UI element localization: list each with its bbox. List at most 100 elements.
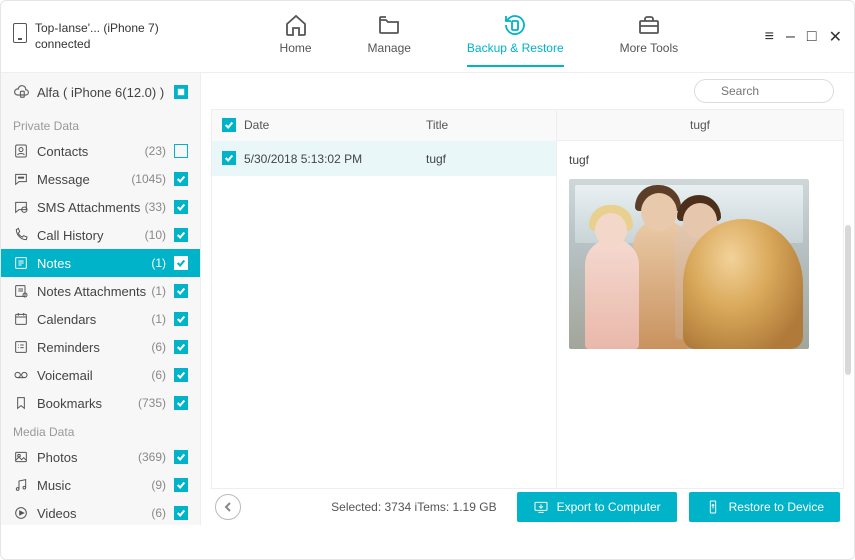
- section-media: Media Data: [1, 417, 200, 443]
- close-button[interactable]: ✕: [829, 27, 842, 47]
- item-label: Reminders: [37, 340, 151, 355]
- row-checkbox[interactable]: [222, 151, 236, 165]
- tab-more-tools[interactable]: More Tools: [620, 7, 678, 67]
- sidebar-item-bookmarks[interactable]: Bookmarks (735): [1, 389, 200, 417]
- tab-more-label: More Tools: [620, 41, 678, 55]
- item-count: (369): [138, 450, 166, 464]
- back-button[interactable]: [215, 494, 241, 520]
- maximize-button[interactable]: □: [807, 28, 817, 46]
- list-row[interactable]: 5/30/2018 5:13:02 PM tugf: [212, 141, 556, 176]
- item-checkbox[interactable]: [174, 228, 188, 242]
- sidebar-item-voicemail[interactable]: Voicemail (6): [1, 361, 200, 389]
- item-checkbox[interactable]: [174, 312, 188, 326]
- item-count: (735): [138, 396, 166, 410]
- app-header: Top-Ianse'... (iPhone 7) connected Home …: [1, 1, 854, 73]
- item-checkbox[interactable]: [174, 478, 188, 492]
- sidebar-item-contacts[interactable]: Contacts (23): [1, 137, 200, 165]
- connected-device[interactable]: Top-Ianse'... (iPhone 7) connected: [13, 21, 193, 52]
- photos-icon: [13, 449, 29, 465]
- export-button[interactable]: Export to Computer: [517, 492, 677, 522]
- sidebar-item-calendars[interactable]: Calendars (1): [1, 305, 200, 333]
- item-label: SMS Attachments: [37, 200, 145, 215]
- calendar-icon: [13, 311, 29, 327]
- note-detail: tugf tugf: [556, 109, 844, 489]
- phone-icon: [13, 227, 29, 243]
- tab-home-label: Home: [280, 41, 312, 55]
- item-label: Music: [37, 478, 151, 493]
- restore-device-icon: [705, 499, 721, 515]
- item-count: (1): [151, 284, 166, 298]
- toolbox-icon: [637, 13, 661, 37]
- device-status: connected: [35, 37, 159, 53]
- phone-icon: [13, 23, 27, 43]
- item-checkbox[interactable]: [174, 396, 188, 410]
- item-label: Voicemail: [37, 368, 151, 383]
- videos-icon: [13, 505, 29, 521]
- bookmark-icon: [13, 395, 29, 411]
- main-tabs: Home Manage Backup & Restore More Tools: [193, 7, 765, 67]
- music-icon: [13, 477, 29, 493]
- sidebar-item-photos[interactable]: Photos (369): [1, 443, 200, 471]
- selection-status: Selected: 3734 iTems: 1.19 GB: [331, 500, 496, 514]
- minimize-button[interactable]: –: [786, 28, 795, 46]
- sidebar-item-notes[interactable]: Notes (1): [1, 249, 200, 277]
- backup-device-row[interactable]: Alfa ( iPhone 6(12.0) ): [1, 73, 200, 111]
- tab-backup-restore[interactable]: Backup & Restore: [467, 7, 564, 67]
- item-checkbox[interactable]: [174, 340, 188, 354]
- sidebar-item-videos[interactable]: Videos (6): [1, 499, 200, 525]
- device-checkbox[interactable]: [174, 85, 188, 99]
- restore-button[interactable]: Restore to Device: [689, 492, 840, 522]
- sidebar-item-sms-attachments[interactable]: SMS Attachments (33): [1, 193, 200, 221]
- search-input[interactable]: [694, 79, 834, 103]
- notes-list: Date Title 5/30/2018 5:13:02 PM tugf: [211, 109, 556, 489]
- message-icon: [13, 171, 29, 187]
- tab-manage[interactable]: Manage: [368, 7, 411, 67]
- item-checkbox[interactable]: [174, 368, 188, 382]
- content-area: Date Title 5/30/2018 5:13:02 PM tugf tug…: [201, 73, 854, 525]
- item-label: Calendars: [37, 312, 151, 327]
- item-count: (33): [145, 200, 166, 214]
- chevron-left-icon: [222, 501, 234, 513]
- contacts-icon: [13, 143, 29, 159]
- sidebar-item-notes-attachments[interactable]: Notes Attachments (1): [1, 277, 200, 305]
- item-count: (9): [151, 478, 166, 492]
- device-text: Top-Ianse'... (iPhone 7) connected: [35, 21, 159, 52]
- item-checkbox[interactable]: [174, 284, 188, 298]
- sidebar-item-reminders[interactable]: Reminders (6): [1, 333, 200, 361]
- item-checkbox[interactable]: [174, 144, 188, 158]
- sidebar-item-call-history[interactable]: Call History (10): [1, 221, 200, 249]
- item-count: (1): [151, 256, 166, 270]
- detail-header: tugf: [557, 110, 843, 141]
- item-count: (23): [145, 144, 166, 158]
- export-label: Export to Computer: [557, 500, 661, 514]
- device-name: Top-Ianse'... (iPhone 7): [35, 21, 159, 37]
- item-checkbox[interactable]: [174, 200, 188, 214]
- item-checkbox[interactable]: [174, 256, 188, 270]
- reminders-icon: [13, 339, 29, 355]
- select-all-checkbox[interactable]: [222, 118, 236, 132]
- item-count: (6): [151, 340, 166, 354]
- tab-manage-label: Manage: [368, 41, 411, 55]
- section-private: Private Data: [1, 111, 200, 137]
- item-checkbox[interactable]: [174, 172, 188, 186]
- col-date[interactable]: Date: [244, 118, 426, 133]
- item-count: (6): [151, 368, 166, 382]
- item-label: Notes: [37, 256, 151, 271]
- row-title: tugf: [426, 152, 546, 166]
- sidebar-item-music[interactable]: Music (9): [1, 471, 200, 499]
- home-icon: [284, 13, 308, 37]
- item-checkbox[interactable]: [174, 506, 188, 520]
- sidebar-item-message[interactable]: Message (1045): [1, 165, 200, 193]
- item-label: Videos: [37, 506, 151, 521]
- menu-icon[interactable]: ≡: [765, 28, 774, 46]
- col-title[interactable]: Title: [426, 118, 546, 133]
- item-count: (6): [151, 506, 166, 520]
- detail-title: tugf: [569, 153, 831, 167]
- notes-attach-icon: [13, 283, 29, 299]
- item-label: Call History: [37, 228, 145, 243]
- search-wrap: [694, 79, 834, 103]
- scrollbar[interactable]: [845, 225, 851, 375]
- tab-home[interactable]: Home: [280, 7, 312, 67]
- item-checkbox[interactable]: [174, 450, 188, 464]
- item-label: Bookmarks: [37, 396, 138, 411]
